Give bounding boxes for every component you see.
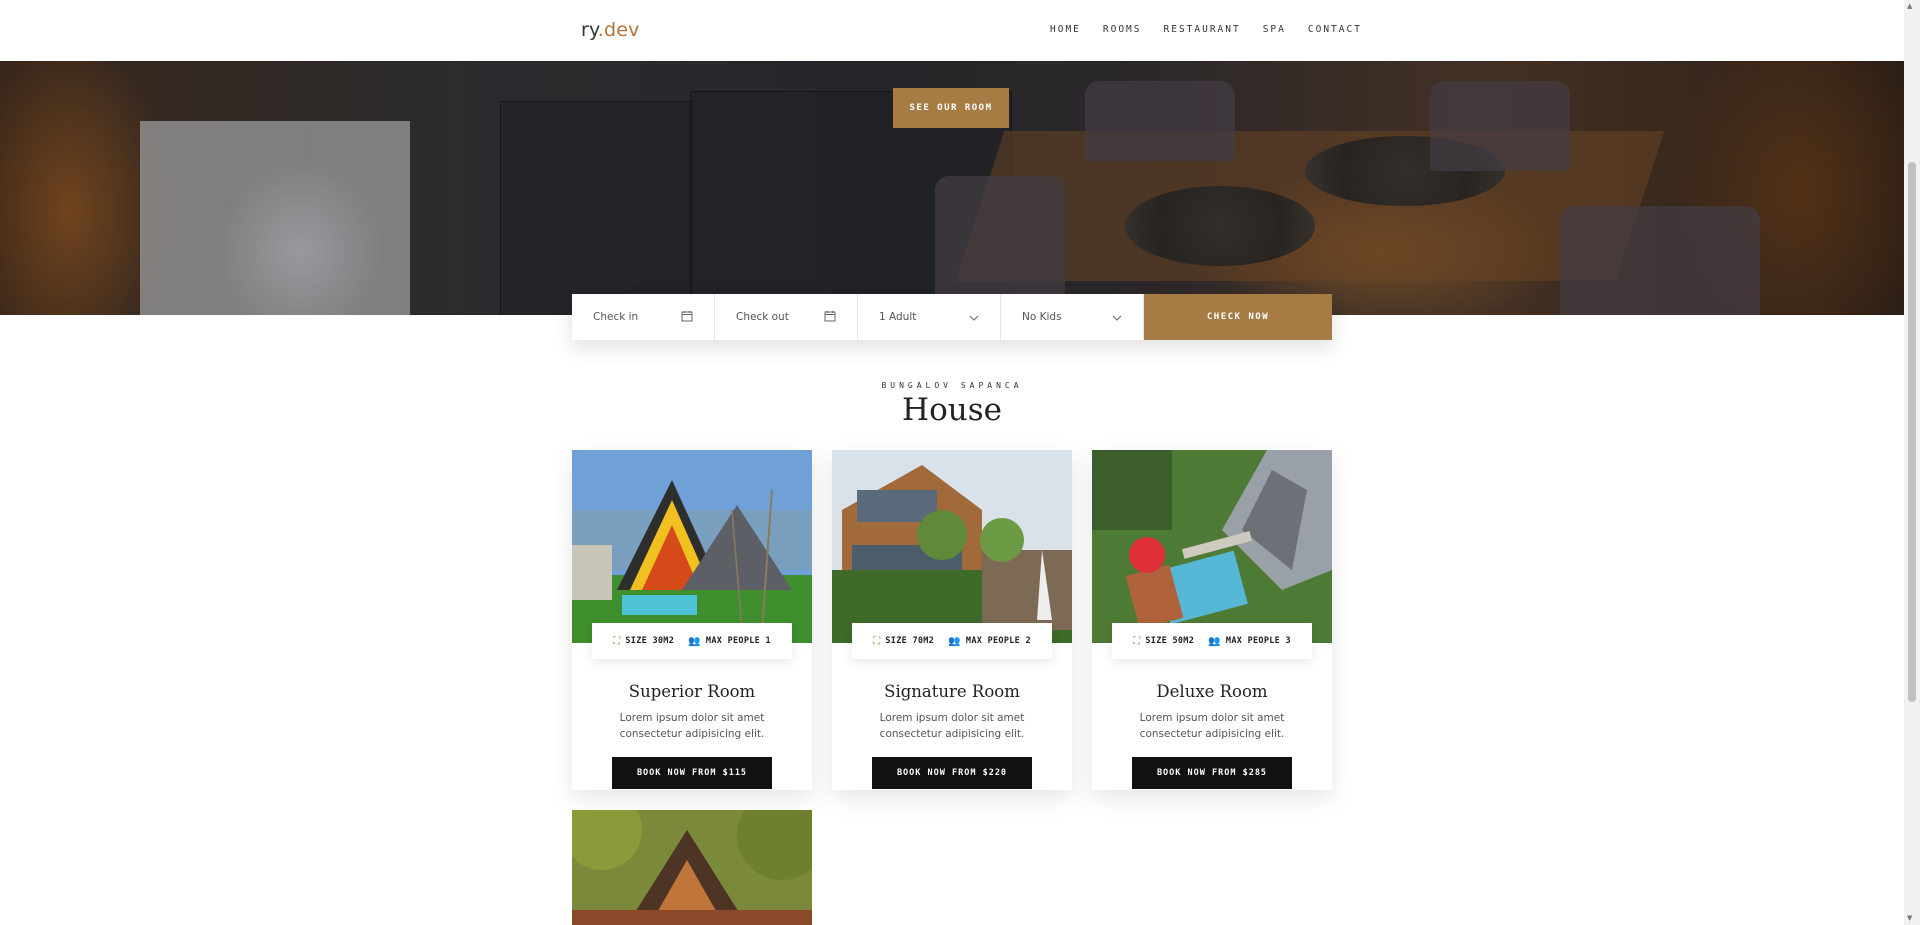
kids-value: No Kids xyxy=(1022,311,1062,323)
room-photo[interactable] xyxy=(572,810,812,925)
people-icon: 👥 xyxy=(1208,635,1221,647)
nav-rooms[interactable]: ROOMS xyxy=(1103,24,1142,35)
section-title: House xyxy=(902,392,1002,428)
room-card: ⛶ SIZE 50M2 👥 MAX PEOPLE 3 Deluxe Room Lor… xyxy=(1092,450,1332,790)
page-scrollbar[interactable]: ▲ ▼ xyxy=(1904,0,1920,925)
kids-select[interactable]: No Kids xyxy=(1001,294,1144,340)
room-size-label: SIZE 30M2 xyxy=(625,636,675,646)
check-out-field[interactable]: Check out xyxy=(715,294,858,340)
book-now-button[interactable]: BOOK NOW FROM $115 xyxy=(612,757,772,789)
main-nav: HOME ROOMS RESTAURANT SPA CONTACT xyxy=(1050,24,1384,35)
check-now-button[interactable]: CHECK NOW xyxy=(1144,294,1332,340)
room-description: Lorem ipsum dolor sit amet consectetur a… xyxy=(619,712,765,740)
calendar-icon xyxy=(681,310,693,325)
room-people: 👥 MAX PEOPLE 1 xyxy=(688,636,771,647)
room-size: ⛶ SIZE 50M2 xyxy=(1133,636,1194,647)
site-logo[interactable]: ry.dev xyxy=(581,19,640,41)
room-meta: ⛶ SIZE 70M2 👥 MAX PEOPLE 2 xyxy=(852,623,1052,659)
people-icon: 👥 xyxy=(688,635,701,647)
chevron-down-icon xyxy=(969,310,979,324)
room-name: Superior Room xyxy=(628,682,756,701)
room-card xyxy=(572,810,812,925)
booking-bar: Check in Check out 1 Adult No Kids CHECK… xyxy=(572,294,1332,340)
check-out-label: Check out xyxy=(736,311,789,323)
people-icon: 👥 xyxy=(948,635,961,647)
room-meta: ⛶ SIZE 50M2 👥 MAX PEOPLE 3 xyxy=(1112,623,1312,659)
check-in-label: Check in xyxy=(593,311,639,323)
check-in-field[interactable]: Check in xyxy=(572,294,715,340)
room-description: Lorem ipsum dolor sit amet consectetur a… xyxy=(1139,712,1285,740)
book-now-button[interactable]: BOOK NOW FROM $220 xyxy=(872,757,1032,789)
hero-banner: SEE OUR ROOM xyxy=(0,61,1904,315)
expand-icon: ⛶ xyxy=(1133,635,1141,647)
room-photo[interactable] xyxy=(572,450,812,643)
nav-spa[interactable]: SPA xyxy=(1263,24,1286,35)
adults-value: 1 Adult xyxy=(879,311,917,323)
nav-home[interactable]: HOME xyxy=(1050,24,1081,35)
logo-prefix: ry xyxy=(581,19,598,41)
room-size-label: SIZE 70M2 xyxy=(885,636,935,646)
room-people-label: MAX PEOPLE 3 xyxy=(1225,636,1291,646)
room-description: Lorem ipsum dolor sit amet consectetur a… xyxy=(879,712,1025,740)
site-header: ry.dev HOME ROOMS RESTAURANT SPA CONTACT xyxy=(0,0,1904,61)
room-size: ⛶ SIZE 30M2 xyxy=(613,636,674,647)
room-people: 👥 MAX PEOPLE 2 xyxy=(948,636,1031,647)
room-people-label: MAX PEOPLE 2 xyxy=(965,636,1031,646)
nav-restaurant[interactable]: RESTAURANT xyxy=(1164,24,1241,35)
scrollbar-thumb[interactable] xyxy=(1908,162,1916,702)
room-photo[interactable] xyxy=(832,450,1072,643)
expand-icon: ⛶ xyxy=(613,635,621,647)
room-photo[interactable] xyxy=(1092,450,1332,643)
room-name: Deluxe Room xyxy=(1156,682,1268,701)
room-size: ⛶ SIZE 70M2 xyxy=(873,636,934,647)
see-our-room-button[interactable]: SEE OUR ROOM xyxy=(893,88,1009,128)
scroll-up-icon[interactable]: ▲ xyxy=(1907,2,1912,10)
expand-icon: ⛶ xyxy=(873,635,881,647)
room-size-label: SIZE 50M2 xyxy=(1145,636,1195,646)
calendar-icon xyxy=(824,310,836,325)
room-card: ⛶ SIZE 70M2 👥 MAX PEOPLE 2 Signature Room … xyxy=(832,450,1072,790)
room-meta: ⛶ SIZE 30M2 👥 MAX PEOPLE 1 xyxy=(592,623,792,659)
room-card: ⛶ SIZE 30M2 👥 MAX PEOPLE 1 Superior Room L… xyxy=(572,450,812,790)
scroll-down-icon[interactable]: ▼ xyxy=(1907,914,1912,922)
section-subtitle: BUNGALOV SAPANCA xyxy=(881,381,1023,390)
room-name: Signature Room xyxy=(884,682,1020,701)
room-people-label: MAX PEOPLE 1 xyxy=(705,636,771,646)
nav-contact[interactable]: CONTACT xyxy=(1308,24,1362,35)
book-now-button[interactable]: BOOK NOW FROM $285 xyxy=(1132,757,1292,789)
logo-suffix: .dev xyxy=(597,19,640,41)
chevron-down-icon xyxy=(1112,310,1122,324)
room-people: 👥 MAX PEOPLE 3 xyxy=(1208,636,1291,647)
adults-select[interactable]: 1 Adult xyxy=(858,294,1001,340)
